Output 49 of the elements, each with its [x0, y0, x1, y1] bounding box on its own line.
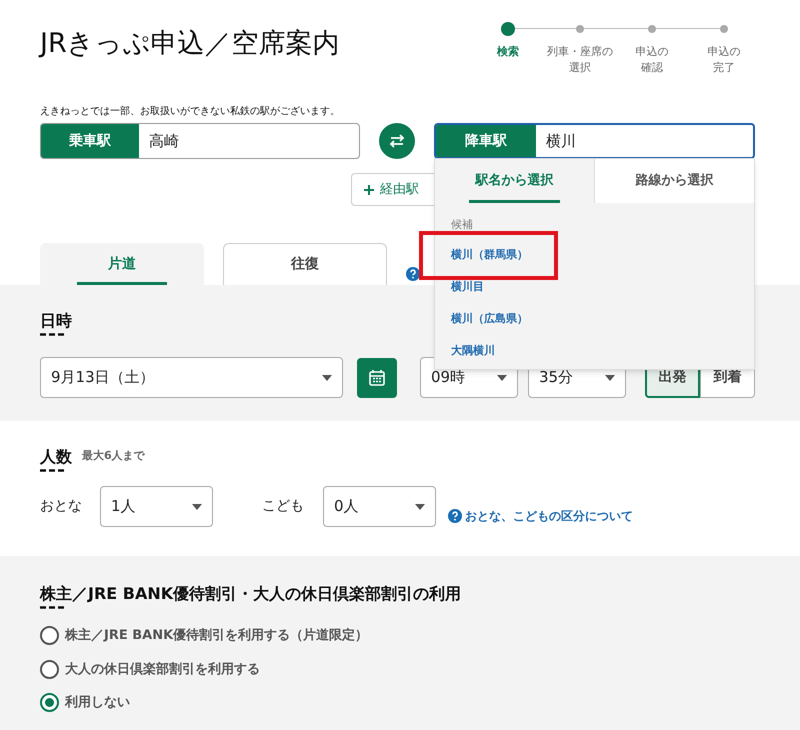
step-label: 申込の確認: [634, 44, 670, 76]
dashed-underline: [40, 606, 64, 609]
radio-label: 利用しない: [65, 694, 130, 712]
candidates-header: 候補: [451, 217, 474, 233]
datetime-heading: 日時: [40, 310, 72, 332]
child-label: こども: [262, 497, 305, 516]
dropdown-tab[interactable]: 路線から選択: [594, 159, 754, 203]
station-option[interactable]: 横川（広島県）: [451, 311, 528, 328]
trip-tab[interactable]: 往復: [223, 243, 387, 285]
help-icon: [406, 267, 420, 281]
swap-icon: [388, 134, 406, 148]
caret-icon: [415, 504, 425, 510]
dropdown-tab[interactable]: 駅名から選択: [435, 159, 594, 203]
date-select[interactable]: 9月13日（土）: [40, 357, 343, 398]
dashed-underline: [40, 469, 64, 472]
station-option[interactable]: 横川目: [451, 279, 484, 296]
calendar-button[interactable]: [357, 358, 397, 398]
dashed-underline: [40, 333, 64, 336]
station-option[interactable]: 大隅横川: [451, 343, 495, 360]
caret-icon: [605, 374, 615, 380]
swap-button[interactable]: [379, 123, 415, 159]
notice-text: えきねっとでは一部、お取扱いができない私鉄の駅がございます。: [40, 104, 341, 119]
child-select[interactable]: 0人: [323, 486, 436, 527]
trip-tab[interactable]: 片道: [40, 243, 204, 285]
radio-button[interactable]: [40, 626, 59, 646]
step-label: 列車・座席の選択: [546, 44, 614, 76]
radio-button[interactable]: [40, 693, 59, 712]
step-label: 申込の完了: [706, 44, 742, 76]
help-icon: [448, 508, 462, 522]
radio-label: 大人の休日倶楽部割引を利用する: [65, 660, 260, 678]
caret-icon: [497, 374, 507, 380]
people-note: 最大6人まで: [82, 448, 145, 464]
radio-label: 株主／JRE BANK優待割引を利用する（片道限定）: [65, 626, 368, 645]
adult-select[interactable]: 1人: [100, 486, 213, 527]
caret-icon: [322, 374, 332, 380]
age-category-link[interactable]: おとな、こどもの区分について: [448, 506, 633, 524]
caret-icon: [192, 504, 202, 510]
discount-heading: 株主／JRE BANK優待割引・大人の休日倶楽部割引の利用: [40, 583, 462, 605]
adult-label: おとな: [40, 497, 83, 516]
page-title: JRきっぷ申込／空席案内: [40, 27, 340, 61]
departure-label: 乗車駅: [41, 124, 139, 158]
departure-field[interactable]: 乗車駅 高崎: [40, 123, 360, 159]
plus-icon: [364, 184, 374, 194]
arrival-label: 降車駅: [436, 125, 536, 157]
step-label: 検索: [496, 44, 520, 60]
calendar-icon: [369, 370, 385, 386]
station-option[interactable]: 横川（群馬県）: [451, 247, 528, 264]
radio-button[interactable]: [40, 660, 59, 679]
people-heading: 人数: [40, 446, 72, 468]
